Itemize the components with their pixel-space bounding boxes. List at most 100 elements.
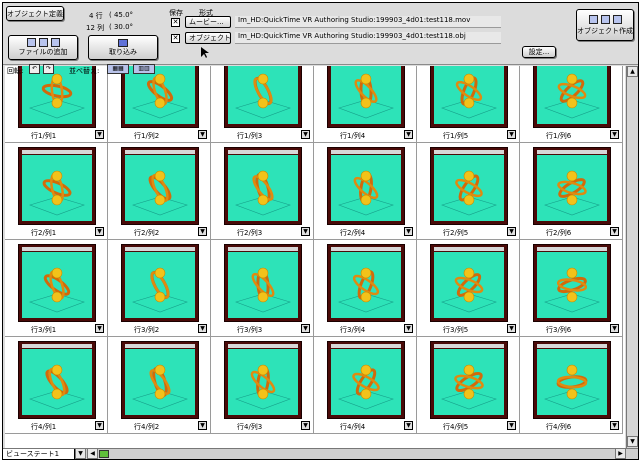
thumbnail-cell[interactable]: 行3/列4 ▼	[314, 240, 417, 337]
thumbnail-cell[interactable]: 行1/列6 ▼	[520, 66, 623, 143]
thumbnail-image	[228, 349, 298, 415]
thumbnail-cell[interactable]: 行1/列4 ▼	[314, 66, 417, 143]
thumbnail-cell[interactable]: 行1/列3 ▼	[211, 66, 314, 143]
thumbnail-cell[interactable]: 行3/列5 ▼	[417, 240, 520, 337]
vertical-scrollbar[interactable]: ▲ ▼	[626, 66, 638, 448]
thumbnail-frame	[430, 341, 508, 419]
scroll-left-arrow-icon[interactable]: ◀	[87, 448, 98, 459]
thumbnail-cell[interactable]: 行3/列6 ▼	[520, 240, 623, 337]
thumbnail-cell[interactable]: 行3/列2 ▼	[108, 240, 211, 337]
sort-by-row-icon[interactable]: ▦▦	[107, 64, 129, 74]
cell-menu-dropdown-icon[interactable]: ▼	[301, 324, 310, 333]
thumbnail-cell[interactable]: 行2/列3 ▼	[211, 143, 314, 240]
thumbnail-label: 行1/列3	[237, 132, 263, 140]
thumbnail-cell[interactable]: 行3/列1 ▼	[5, 240, 108, 337]
thumbnail-label: 行2/列5	[443, 229, 469, 237]
thumbnail-cell[interactable]: 行4/列2 ▼	[108, 337, 211, 434]
thumbnail-image	[125, 349, 195, 415]
save-movie-checkbox[interactable]: ✕	[171, 18, 180, 27]
thumbnail-frame	[18, 147, 96, 225]
object-format-button[interactable]: オブジェクト...	[185, 32, 231, 44]
cell-menu-dropdown-icon[interactable]: ▼	[198, 227, 207, 236]
thumbnail-titlebar	[125, 247, 195, 251]
cell-menu-dropdown-icon[interactable]: ▼	[404, 421, 413, 430]
create-object-icons	[588, 14, 623, 24]
settings-button[interactable]: 設定...	[522, 46, 556, 58]
thumbnail-frame	[327, 66, 405, 128]
thumbnail-titlebar	[537, 344, 607, 348]
cell-menu-dropdown-icon[interactable]: ▼	[198, 324, 207, 333]
thumbnail-frame	[430, 244, 508, 322]
cell-menu-dropdown-icon[interactable]: ▼	[95, 130, 104, 139]
thumbnail-titlebar	[434, 344, 504, 348]
thumbnail-cell[interactable]: 行1/列5 ▼	[417, 66, 520, 143]
thumbnail-image	[331, 66, 401, 124]
cell-menu-dropdown-icon[interactable]: ▼	[301, 227, 310, 236]
thumbnail-frame	[121, 66, 199, 128]
create-object-button[interactable]: オブジェクト作成	[576, 9, 634, 41]
cell-menu-dropdown-icon[interactable]: ▼	[507, 421, 516, 430]
thumbnail-cell[interactable]: 行1/列2 ▼	[108, 66, 211, 143]
thumbnail-cell[interactable]: 行1/列1 ▼	[5, 66, 108, 143]
rotate-right-icon[interactable]: ↷	[43, 64, 54, 74]
cell-menu-dropdown-icon[interactable]: ▼	[95, 324, 104, 333]
cell-menu-dropdown-icon[interactable]: ▼	[198, 130, 207, 139]
save-object-checkbox[interactable]: ✕	[171, 34, 180, 43]
cell-menu-dropdown-icon[interactable]: ▼	[404, 324, 413, 333]
thumbnail-cell[interactable]: 行4/列1 ▼	[5, 337, 108, 434]
object-icon	[600, 14, 610, 24]
rotate-left-icon[interactable]: ↶	[29, 64, 40, 74]
scroll-up-arrow-icon[interactable]: ▲	[627, 66, 638, 77]
horizontal-scrollbar[interactable]: ビューステート1 ▼ ◀ ▶	[3, 448, 638, 459]
cell-menu-dropdown-icon[interactable]: ▼	[507, 324, 516, 333]
cell-menu-dropdown-icon[interactable]: ▼	[95, 227, 104, 236]
thumbnail-cell[interactable]: 行3/列3 ▼	[211, 240, 314, 337]
scroll-thumb[interactable]	[99, 450, 109, 458]
object-define-button[interactable]: オブジェクト定義	[6, 6, 64, 21]
thumbnail-image	[125, 252, 195, 318]
thumbnail-cell[interactable]: 行2/列4 ▼	[314, 143, 417, 240]
cell-menu-dropdown-icon[interactable]: ▼	[507, 130, 516, 139]
cell-menu-dropdown-icon[interactable]: ▼	[95, 421, 104, 430]
thumbnail-cell[interactable]: 行4/列5 ▼	[417, 337, 520, 434]
movie-format-button[interactable]: ムービー...	[185, 16, 231, 28]
thumbnail-image	[537, 252, 607, 318]
thumbnail-image	[125, 155, 195, 221]
cell-menu-dropdown-icon[interactable]: ▼	[610, 421, 619, 430]
thumbnail-cell[interactable]: 行2/列2 ▼	[108, 143, 211, 240]
add-files-icons	[26, 38, 61, 47]
thumbnail-image	[228, 252, 298, 318]
thumbnail-image	[331, 252, 401, 318]
rotate-sort-controls: 回転: ↶ ↷ 並べ替え: ▦▦ ▥▥	[3, 52, 203, 75]
thumbnail-label: 行1/列6	[546, 132, 572, 140]
thumbnail-frame	[533, 341, 611, 419]
thumbnail-cell[interactable]: 行2/列1 ▼	[5, 143, 108, 240]
cell-menu-dropdown-icon[interactable]: ▼	[301, 130, 310, 139]
sort-by-column-icon[interactable]: ▥▥	[133, 64, 155, 74]
cell-menu-dropdown-icon[interactable]: ▼	[610, 130, 619, 139]
thumbnail-cell[interactable]: 行2/列6 ▼	[520, 143, 623, 240]
thumbnail-titlebar	[331, 344, 401, 348]
scroll-right-arrow-icon[interactable]: ▶	[615, 448, 626, 459]
view-state-popup[interactable]: ビューステート1	[3, 449, 75, 459]
thumbnail-image	[125, 66, 195, 124]
cell-menu-dropdown-icon[interactable]: ▼	[610, 324, 619, 333]
thumbnail-cell[interactable]: 行4/列4 ▼	[314, 337, 417, 434]
thumbnail-frame	[224, 341, 302, 419]
view-state-dropdown-icon[interactable]: ▼	[75, 448, 86, 459]
cell-menu-dropdown-icon[interactable]: ▼	[507, 227, 516, 236]
thumbnail-titlebar	[228, 247, 298, 251]
cell-menu-dropdown-icon[interactable]: ▼	[404, 130, 413, 139]
thumbnail-grid[interactable]: 行1/列1 ▼ 行1/列2 ▼ 行1/列3 ▼ 行1/列4 ▼ 行1/列5 ▼ 行1/列6 ▼ 行2/列…	[5, 66, 625, 448]
cell-menu-dropdown-icon[interactable]: ▼	[301, 421, 310, 430]
thumbnail-cell[interactable]: 行4/列6 ▼	[520, 337, 623, 434]
scroll-down-arrow-icon[interactable]: ▼	[627, 436, 638, 447]
file-icon	[50, 38, 60, 47]
cell-menu-dropdown-icon[interactable]: ▼	[198, 421, 207, 430]
thumbnail-frame	[430, 66, 508, 128]
thumbnail-frame	[430, 147, 508, 225]
cell-menu-dropdown-icon[interactable]: ▼	[404, 227, 413, 236]
thumbnail-cell[interactable]: 行2/列5 ▼	[417, 143, 520, 240]
thumbnail-cell[interactable]: 行4/列3 ▼	[211, 337, 314, 434]
cell-menu-dropdown-icon[interactable]: ▼	[610, 227, 619, 236]
